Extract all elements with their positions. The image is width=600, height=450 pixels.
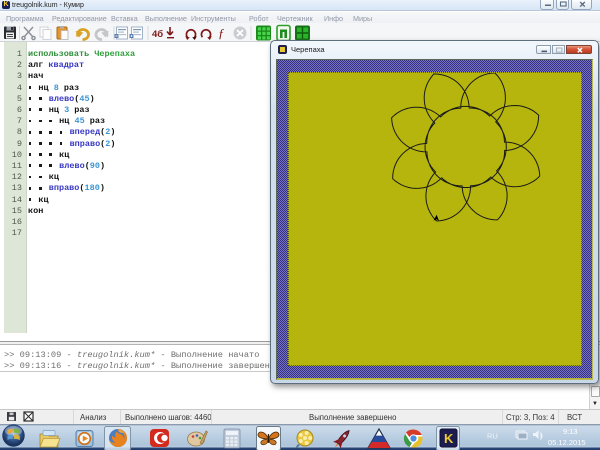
svg-text:ƒ: ƒ [218, 26, 225, 41]
svg-text:4б: 4б [152, 29, 163, 40]
svg-text:K: K [444, 431, 454, 446]
svg-text:RU: RU [487, 432, 498, 441]
svg-text:9:13: 9:13 [563, 427, 578, 436]
svg-text:05.12.2015: 05.12.2015 [548, 438, 586, 447]
